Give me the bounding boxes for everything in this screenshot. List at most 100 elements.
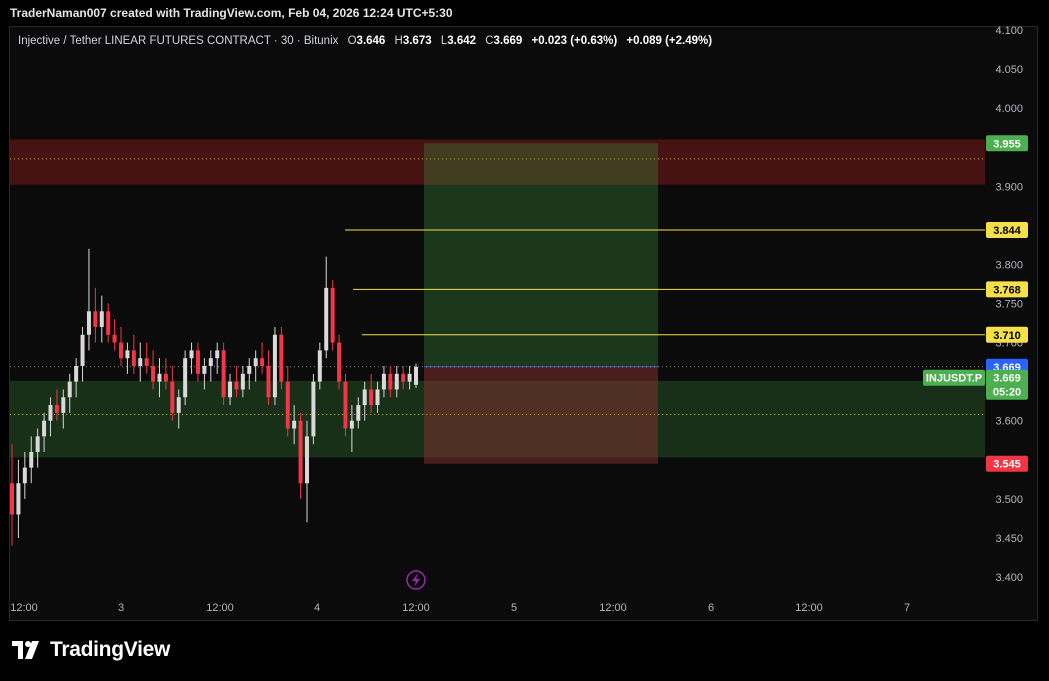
candle-body	[330, 287, 335, 343]
candle-body	[260, 358, 265, 367]
symbol-name-label: INJUSDT.P	[926, 373, 982, 385]
low-value: 3.642	[447, 35, 477, 47]
candle-body	[247, 366, 252, 374]
candle-body	[234, 381, 239, 390]
candle-body	[349, 420, 354, 429]
candle-body	[208, 358, 213, 367]
position-target-area	[424, 143, 658, 367]
time-tick-label: 7	[904, 602, 910, 614]
candle-body	[279, 334, 284, 382]
candle-body	[228, 381, 233, 398]
tp2-tag-label: 3.768	[993, 284, 1021, 296]
price-axis[interactable]: 3.4003.4503.5003.5503.6003.6503.7003.750…	[995, 25, 1023, 584]
tradingview-wordmark: TradingView	[50, 638, 171, 661]
tp1-tag-label: 3.710	[993, 330, 1021, 342]
tradingview-logo[interactable]: TradingView	[12, 638, 170, 662]
symbol-description: Injective / Tether LINEAR FUTURES CONTRA…	[18, 35, 339, 47]
candle-body	[215, 350, 220, 359]
candle-body	[22, 467, 27, 484]
candle-body	[362, 389, 367, 406]
candle-body	[176, 397, 181, 413]
price-tick-label: 3.600	[995, 416, 1023, 428]
price-tick-label: 4.050	[995, 64, 1023, 76]
lightning-icon[interactable]	[406, 570, 426, 590]
candle-body	[388, 373, 393, 390]
candle-body	[298, 420, 303, 484]
candle-body	[48, 405, 53, 421]
candle-body	[157, 373, 162, 382]
candle-body	[240, 373, 245, 390]
time-tick-label: 12:00	[795, 602, 823, 614]
candle-body	[202, 366, 207, 374]
change-value: +0.023 (+0.63%)	[531, 35, 618, 47]
price-tick-label: 4.000	[995, 103, 1023, 115]
price-tick-label: 3.500	[995, 494, 1023, 506]
close-value: 3.669	[493, 35, 523, 47]
candle-body	[131, 350, 136, 367]
symbol-price-label: 3.669	[993, 373, 1021, 385]
candle-body	[189, 350, 194, 359]
candle-body	[407, 373, 412, 382]
candle-body	[86, 311, 91, 335]
candle-body	[356, 405, 361, 421]
time-tick-label: 3	[118, 602, 124, 614]
time-tick-label: 6	[708, 602, 714, 614]
price-tick-label: 3.400	[995, 572, 1023, 584]
candle-body	[414, 366, 418, 385]
candle-body	[42, 420, 47, 437]
candle-body	[253, 358, 258, 367]
time-tick-label: 12:00	[402, 602, 430, 614]
candle-body	[138, 358, 143, 367]
candle-body	[272, 334, 277, 398]
high-value: 3.673	[402, 35, 432, 47]
tradingview-logo-icon	[12, 641, 39, 659]
position-stop-area	[424, 366, 658, 464]
candle-body	[151, 366, 156, 382]
close-label: C	[485, 35, 494, 47]
open-value: 3.646	[356, 35, 386, 47]
candle-body	[381, 373, 386, 390]
candle-body	[317, 350, 322, 382]
candle-body	[61, 397, 66, 413]
time-axis[interactable]: 12:00 3 12:00 4 12:00 5 12:00 6 12:00 7	[10, 602, 910, 614]
candle-body	[112, 334, 117, 343]
candle-body	[266, 366, 271, 398]
candle-body	[311, 381, 316, 437]
resistance-mid-tag-label: 3.955	[993, 138, 1021, 150]
bar-countdown-label: 05:20	[993, 387, 1021, 399]
symbol-legend: Injective / Tether LINEAR FUTURES CONTRA…	[18, 35, 712, 47]
candle-body	[16, 483, 21, 515]
high-label: H	[394, 35, 403, 47]
stop-tag-label: 3.545	[993, 459, 1021, 471]
time-tick-label: 4	[314, 602, 320, 614]
candle-body	[29, 451, 34, 468]
candle-body	[375, 389, 380, 406]
candle-body	[369, 389, 374, 406]
time-tick-label: 12:00	[206, 602, 234, 614]
candle-body	[93, 311, 98, 327]
candle-body	[292, 420, 297, 429]
candle-body	[337, 342, 342, 382]
price-tick-label: 3.750	[995, 299, 1023, 311]
open-label: O	[347, 35, 357, 47]
candle-body	[67, 381, 72, 398]
candle-body	[304, 436, 309, 484]
time-tick-label: 12:00	[10, 602, 38, 614]
chart-canvas[interactable]: 3.4003.4503.5003.5503.6003.6503.7003.750…	[0, 0, 1049, 681]
candle-body	[324, 287, 329, 351]
candle-body	[99, 311, 104, 327]
price-tick-label: 3.800	[995, 259, 1023, 271]
price-tick-label: 4.100	[995, 25, 1023, 37]
candle-body	[54, 405, 59, 413]
candle-body	[144, 358, 149, 367]
candle-body	[163, 373, 168, 382]
tp3-tag-label: 3.844	[993, 225, 1021, 237]
candle-body	[183, 358, 188, 398]
candle-body	[401, 373, 406, 382]
candle-body	[80, 334, 85, 367]
candle-body	[285, 381, 290, 429]
price-tick-label: 3.450	[995, 533, 1023, 545]
candle-body	[125, 350, 130, 359]
candle-body	[195, 350, 200, 374]
candle-body	[106, 311, 111, 335]
